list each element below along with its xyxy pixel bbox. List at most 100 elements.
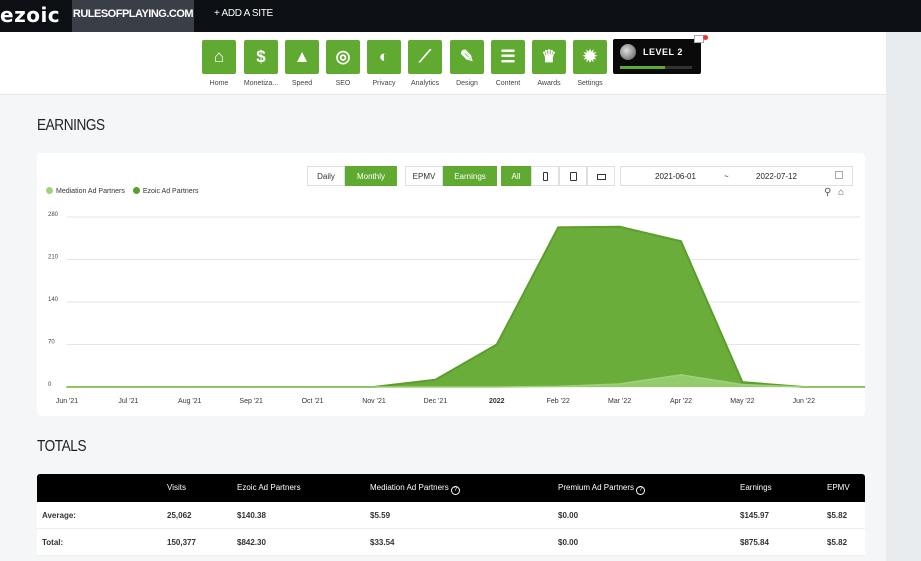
notification-dot xyxy=(703,35,708,40)
data-point-ezoic xyxy=(741,381,744,383)
rocket-icon: ▲ xyxy=(285,40,319,74)
data-point-mediation xyxy=(373,386,375,388)
row-label: Total: xyxy=(42,538,64,547)
nav-item-privacy[interactable]: ◐ Privacy xyxy=(367,40,401,87)
column-header-epmv[interactable]: EPMV xyxy=(827,483,850,492)
table-cell: $5.59 xyxy=(370,511,391,520)
ezoic-logo[interactable]: ezoic xyxy=(0,3,60,27)
table-cell: $875.84 xyxy=(740,538,769,547)
data-point-mediation xyxy=(127,386,130,388)
dollar-icon: $ xyxy=(244,40,278,74)
help-icon[interactable]: ? xyxy=(450,486,460,495)
level-progress-fill xyxy=(620,66,665,69)
table-cell: $145.97 xyxy=(740,511,769,520)
nav-item-analytics[interactable]: ⟋ Analytics xyxy=(408,40,442,87)
site-selector-tab[interactable]: RULESOFPLAYING.COM xyxy=(72,0,194,32)
data-point-mediation xyxy=(496,386,498,388)
data-point-mediation xyxy=(618,383,621,385)
x-tick-label: 2022 xyxy=(489,398,505,405)
x-tick-label: Nov '21 xyxy=(362,398,386,405)
trophy-icon: ♛ xyxy=(532,40,566,74)
x-tick-label: Jul '21 xyxy=(118,398,138,405)
column-header-label: Mediation Ad Partners xyxy=(370,483,449,492)
data-point-ezoic xyxy=(680,240,682,243)
x-tick-label: Sep '21 xyxy=(239,398,263,405)
help-icon[interactable]: ? xyxy=(636,486,646,495)
table-cell: $0.00 xyxy=(558,538,579,547)
nav-item-settings[interactable]: ✹ Settings xyxy=(573,40,607,87)
data-point-ezoic xyxy=(496,343,498,346)
y-tick-label: 280 xyxy=(48,212,59,218)
table-cell: $0.00 xyxy=(558,511,579,520)
earnings-chart-card: Daily Monthly EPMV Earnings All 2021-06-… xyxy=(37,153,865,416)
x-tick-label: Dec '21 xyxy=(424,398,448,405)
gear-icon: ✹ xyxy=(573,40,607,74)
nav-item-speed[interactable]: ▲ Speed xyxy=(285,40,319,87)
add-site-link[interactable]: + ADD A SITE xyxy=(214,0,273,32)
shield-icon: ◐ xyxy=(367,40,401,74)
nav-item-design[interactable]: ✎ Design xyxy=(450,40,484,87)
line-chart-icon: ⟋ xyxy=(408,40,442,74)
column-header-premium[interactable]: Premium Ad Partners ? xyxy=(558,483,646,495)
column-header-earnings[interactable]: Earnings xyxy=(740,483,772,492)
table-row: Total: 150,377 $842.30 $33.54 $0.00 $875.84 $5… xyxy=(37,529,865,556)
nav-item-seo[interactable]: ◎ SEO xyxy=(326,40,360,87)
data-point-mediation xyxy=(250,386,252,388)
level-badge[interactable]: LEVEL 2 xyxy=(613,39,701,74)
column-header-mediation[interactable]: Mediation Ad Partners ? xyxy=(370,483,460,495)
nav-item-home[interactable]: ⌂ Home xyxy=(202,40,236,87)
data-point-mediation xyxy=(66,386,68,388)
level-label: LEVEL 2 xyxy=(643,47,683,57)
x-tick-label: Apr '22 xyxy=(670,398,692,405)
data-point-mediation xyxy=(189,386,191,388)
nav-item-monetiza[interactable]: $ Monetiza... xyxy=(244,40,278,87)
table-header: Visits Ezoic Ad Partners Mediation Ad Pa… xyxy=(37,474,865,502)
series-line-ezoic xyxy=(67,225,865,388)
totals-heading: TOTALS xyxy=(37,438,87,455)
column-header-ezoic[interactable]: Ezoic Ad Partners xyxy=(237,483,301,492)
design-edit-icon: ✎ xyxy=(450,40,484,74)
table-cell: $842.30 xyxy=(237,538,266,547)
nav-item-content[interactable]: ☰ Content xyxy=(491,40,525,87)
data-point-mediation xyxy=(557,385,559,388)
data-point-mediation xyxy=(434,386,437,388)
table-cell: $33.54 xyxy=(370,538,395,547)
nav-item-awards[interactable]: ♛ Awards xyxy=(532,40,566,87)
x-tick-label: Mar '22 xyxy=(608,398,631,405)
home-icon: ⌂ xyxy=(202,40,236,74)
data-point-mediation xyxy=(803,386,805,388)
level-progress-bar xyxy=(620,66,692,69)
x-tick-label: Aug '21 xyxy=(178,398,202,405)
column-header-visits[interactable]: Visits xyxy=(167,483,186,492)
data-point-mediation xyxy=(680,374,682,376)
y-tick-label: 140 xyxy=(48,297,59,303)
x-tick-label: May '22 xyxy=(730,398,754,405)
document-icon: ☰ xyxy=(491,40,525,74)
table-cell: $140.38 xyxy=(237,511,266,520)
x-tick-label: Feb '22 xyxy=(547,398,570,405)
column-header-label: Premium Ad Partners xyxy=(558,483,635,492)
table-cell: $5.82 xyxy=(827,511,848,520)
table-cell: $5.82 xyxy=(827,538,848,547)
side-scroll-strip[interactable] xyxy=(886,32,921,561)
earnings-heading: EARNINGS xyxy=(37,117,105,134)
totals-table: Visits Ezoic Ad Partners Mediation Ad Pa… xyxy=(37,474,865,556)
avatar xyxy=(620,44,636,60)
table-cell: 25,062 xyxy=(167,511,192,520)
data-point-mediation xyxy=(741,383,744,386)
data-point-mediation xyxy=(311,386,314,388)
data-point-ezoic xyxy=(618,225,621,228)
nav-label: Settings xyxy=(577,80,603,87)
data-point-ezoic xyxy=(434,378,437,381)
x-tick-label: Jun '21 xyxy=(56,398,78,405)
magnifier-icon: ◎ xyxy=(326,40,360,74)
data-point-ezoic xyxy=(557,226,559,229)
table-row: Average: 25,062 $140.38 $5.59 $0.00 $145.97 $5… xyxy=(37,502,865,529)
x-tick-label: Jun '22 xyxy=(793,398,815,405)
y-tick-label: 210 xyxy=(48,255,59,261)
top-bar: ezoic RULESOFPLAYING.COM + ADD A SITE xyxy=(0,0,921,32)
y-tick-label: 0 xyxy=(48,382,52,388)
row-label: Average: xyxy=(42,511,76,520)
x-tick-label: Oct '21 xyxy=(302,398,324,405)
y-tick-label: 70 xyxy=(48,340,55,346)
